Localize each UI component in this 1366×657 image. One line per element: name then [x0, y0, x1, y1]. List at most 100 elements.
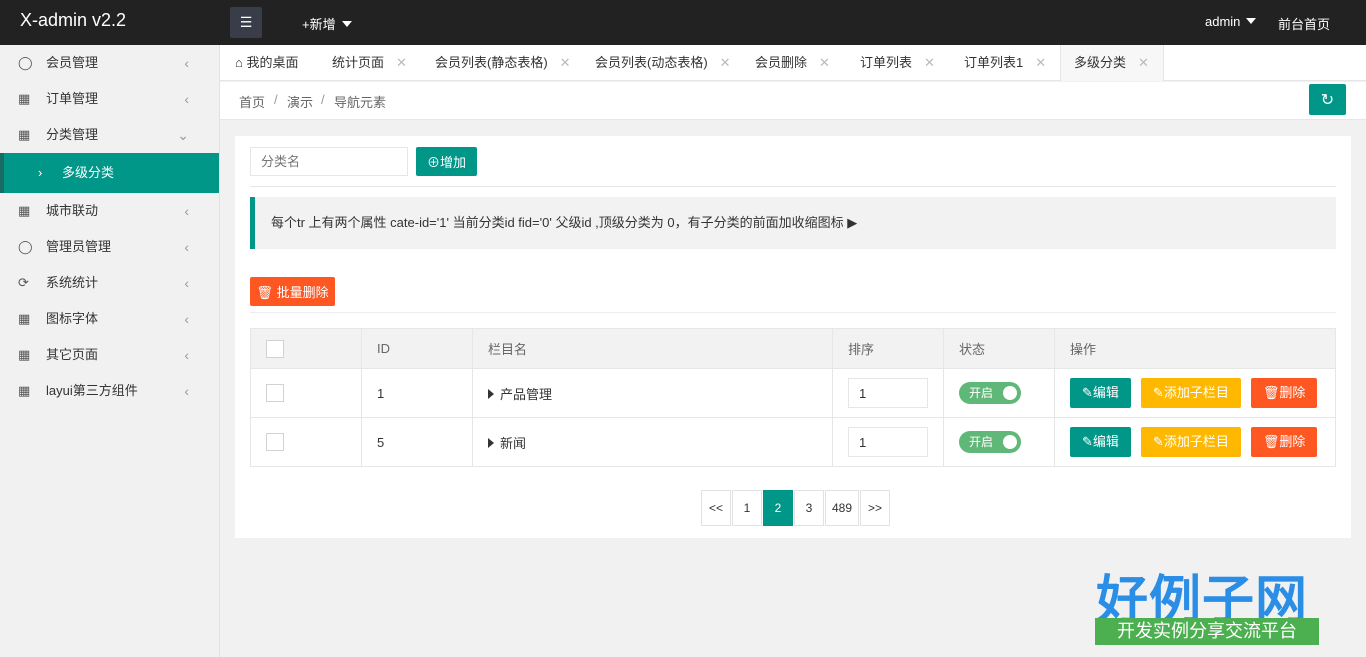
select-all-checkbox[interactable] [266, 339, 284, 358]
add-subcategory-button[interactable]: ✎添加子栏目 [1140, 378, 1241, 408]
close-icon[interactable]: ✕ [1035, 55, 1046, 70]
chevron-left-icon: ‹ [184, 203, 189, 219]
refresh-button[interactable]: ↻ [1309, 84, 1346, 115]
row-checkbox[interactable] [266, 433, 284, 451]
sidebar-item-orders[interactable]: ▦ 订单管理 ‹ [0, 81, 219, 117]
close-icon[interactable]: ✕ [819, 55, 830, 70]
chevron-right-icon: › [38, 165, 43, 180]
add-subcategory-button[interactable]: ✎添加子栏目 [1140, 427, 1241, 457]
content-card: ⊕增加 每个tr 上有两个属性 cate-id='1' 当前分类id fid='… [235, 136, 1351, 538]
sidebar-item-members[interactable]: ◯ 会员管理 ‹ [0, 45, 219, 81]
pagination: << 1 2 3 489 >> [701, 490, 891, 526]
delete-button[interactable]: 🗑删除 [1250, 378, 1318, 408]
sidebar-item-categories[interactable]: ▦ 分类管理 ⌄ [0, 117, 219, 153]
close-icon[interactable]: ✕ [560, 55, 571, 70]
sidebar-item-label: 订单管理 [46, 91, 99, 106]
city-icon: ▦ [18, 203, 31, 218]
tab-stats[interactable]: 统计页面 ✕ [332, 45, 407, 81]
sidebar-item-stats[interactable]: ⟳ 系统统计 ‹ [0, 265, 219, 301]
divider [250, 312, 1336, 313]
pager-prev[interactable]: << [701, 490, 731, 526]
switch-knob [1003, 386, 1017, 400]
category-name-input[interactable] [250, 147, 408, 176]
row-checkbox[interactable] [266, 384, 284, 402]
pencil-icon: ✎ [1082, 385, 1093, 400]
close-icon[interactable]: ✕ [396, 55, 407, 70]
pager-page-current: 2 [763, 490, 793, 526]
pager-page-1[interactable]: 1 [732, 490, 762, 526]
close-icon[interactable]: ✕ [1138, 55, 1149, 70]
tab-orders[interactable]: 订单列表 ✕ [860, 45, 935, 81]
chevron-down-icon: ⌄ [177, 127, 189, 143]
tab-member-delete[interactable]: 会员删除 ✕ [755, 45, 830, 81]
sidebar-item-label: 图标字体 [46, 311, 99, 326]
status-switch[interactable]: 开启 [959, 382, 1021, 404]
edit-label: 编辑 [1092, 385, 1119, 400]
pager-page-last[interactable]: 489 [825, 490, 860, 526]
new-dropdown-label: +新增 [302, 17, 336, 32]
sidebar-item-layui[interactable]: ▦ layui第三方组件 ‹ [0, 373, 219, 409]
new-dropdown[interactable]: +新增 [302, 14, 352, 33]
sort-input[interactable] [848, 378, 928, 408]
sidebar-item-city[interactable]: ▦ 城市联动 ‹ [0, 193, 219, 229]
sidebar-item-iconfont[interactable]: ▦ 图标字体 ‹ [0, 301, 219, 337]
sidebar-item-admins[interactable]: ◯ 管理员管理 ‹ [0, 229, 219, 265]
sidebar-item-label: 会员管理 [46, 55, 99, 70]
sort-input[interactable] [848, 427, 928, 457]
edit-button[interactable]: ✎编辑 [1070, 427, 1131, 457]
refresh-icon: ↻ [1320, 91, 1335, 109]
menu-toggle-button[interactable]: ☰ [230, 7, 262, 38]
row-id: 5 [361, 417, 473, 467]
chevron-left-icon: ‹ [184, 311, 189, 327]
edit-button[interactable]: ✎编辑 [1070, 378, 1131, 408]
batch-delete-button[interactable]: 🗑 批量删除 [250, 277, 335, 306]
batch-delete-label: 批量删除 [276, 285, 329, 300]
expand-triangle-icon[interactable] [488, 437, 494, 448]
add-sub-label: 添加子栏目 [1163, 434, 1229, 449]
front-home-link[interactable]: 前台首页 [1278, 14, 1330, 33]
app-logo[interactable]: X-admin v2.2 [20, 10, 126, 31]
pager-next[interactable]: >> [860, 490, 891, 526]
breadcrumb-current: 导航元素 [334, 95, 387, 110]
close-icon[interactable]: ✕ [720, 55, 731, 70]
close-icon[interactable]: ✕ [924, 55, 935, 70]
pencil-icon: ✎ [1152, 385, 1164, 400]
switch-knob [1003, 435, 1017, 449]
sidebar-subitem-multilevel[interactable]: › 多级分类 [0, 153, 219, 193]
hamburger-icon: ☰ [239, 14, 253, 30]
grid-icon: ▦ [18, 347, 31, 362]
breadcrumb-separator: / [321, 92, 325, 107]
tab-members-dynamic[interactable]: 会员列表(动态表格) ✕ [595, 45, 731, 81]
row-actions-cell: ✎编辑 ✎添加子栏目 🗑删除 [1054, 417, 1336, 467]
sidebar-item-label: 其它页面 [46, 347, 99, 362]
sidebar-item-label: 系统统计 [46, 275, 99, 290]
status-switch[interactable]: 开启 [959, 431, 1021, 453]
stats-icon: ⟳ [18, 275, 29, 290]
breadcrumb-home[interactable]: 首页 [239, 92, 265, 111]
chevron-left-icon: ‹ [184, 91, 189, 107]
divider [250, 186, 1336, 187]
tab-desktop[interactable]: ⌂ 我的桌面 [235, 45, 299, 81]
tab-multilevel[interactable]: 多级分类 ✕ [1060, 45, 1164, 81]
tab-members-static[interactable]: 会员列表(静态表格) ✕ [435, 45, 571, 81]
chevron-left-icon: ‹ [184, 383, 189, 399]
table-row: 1 产品管理 开启 ✎编辑✎添加子栏目🗑删除 [250, 368, 1336, 418]
sidebar-item-label: 分类管理 [46, 127, 99, 142]
tab-orders1[interactable]: 订单列表1 ✕ [964, 45, 1046, 81]
pager-page-3[interactable]: 3 [794, 490, 824, 526]
expand-triangle-icon[interactable] [488, 388, 494, 399]
sidebar-item-label: 管理员管理 [46, 239, 112, 254]
admin-label: admin [1205, 14, 1241, 29]
add-category-button[interactable]: ⊕增加 [416, 147, 477, 176]
category-table: ID 栏目名 排序 状态 操作 1 产品管理 开启 ✎编辑✎添加子栏目🗑删除 5… [250, 328, 1336, 467]
breadcrumb-demo[interactable]: 演示 [287, 92, 313, 111]
header-actions: 操作 [1054, 328, 1336, 369]
breadcrumb: 首页 / 演示 / 导航元素 ↻ [220, 82, 1366, 120]
caret-down-icon [1246, 18, 1257, 24]
row-name: 产品管理 [500, 386, 553, 402]
delete-button[interactable]: 🗑删除 [1250, 427, 1318, 457]
sidebar-item-other[interactable]: ▦ 其它页面 ‹ [0, 337, 219, 373]
header-sort: 排序 [832, 328, 944, 369]
admin-dropdown[interactable]: admin [1205, 14, 1257, 29]
row-name: 新闻 [500, 435, 527, 451]
